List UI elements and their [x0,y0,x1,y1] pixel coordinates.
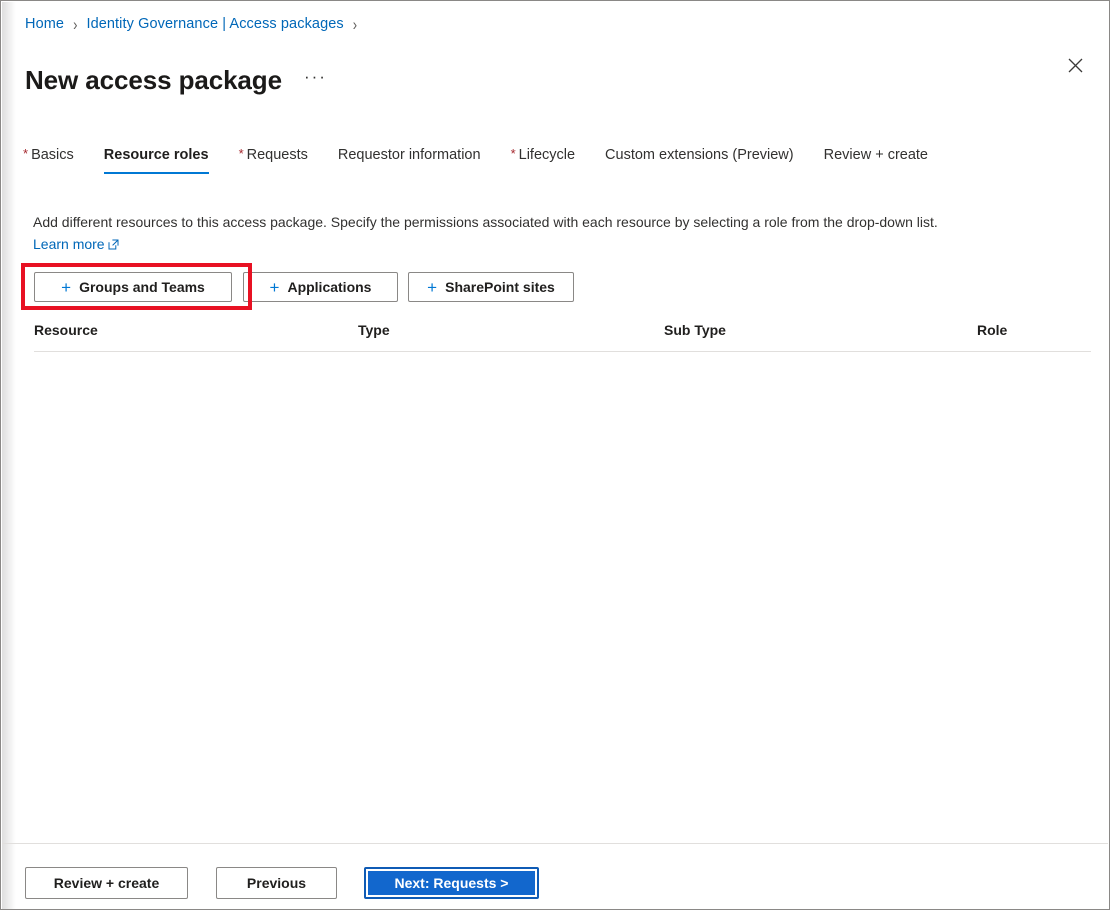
blade-edge-shadow [2,2,16,909]
tab-lifecycle[interactable]: * Lifecycle [511,144,575,174]
more-options-button[interactable]: ··· [300,64,331,96]
previous-button[interactable]: Previous [216,867,337,899]
tab-label: Custom extensions (Preview) [605,147,794,163]
column-header-resource: Resource [34,322,98,338]
external-link-icon [108,239,119,250]
tab-resource-roles[interactable]: Resource roles [103,144,209,174]
next-button-label: Next: Requests > [368,871,535,895]
learn-more-label: Learn more [33,236,105,252]
tab-requests[interactable]: * Requests [239,144,308,174]
tab-label: Requests [246,147,308,163]
title-row: New access package ··· [25,46,331,115]
next-requests-button[interactable]: Next: Requests > [364,867,539,899]
column-header-role: Role [977,322,1008,338]
close-button[interactable] [1059,49,1091,81]
required-asterisk: * [238,145,244,161]
footer-divider [2,843,1108,844]
wizard-tablist: * Basics Resource roles * Requests Reque… [23,144,958,182]
button-label: Groups and Teams [79,279,205,295]
plus-icon: + [61,277,72,297]
plus-icon: + [269,277,280,297]
table-header-row: Resource Type Sub Type Role [34,317,1091,343]
tab-basics[interactable]: * Basics [23,144,74,174]
add-applications-button[interactable]: + Applications [243,272,398,302]
tab-review-create[interactable]: Review + create [824,144,928,174]
tab-label: Lifecycle [518,147,576,163]
tab-label: Basics [31,147,74,163]
column-header-type: Type [358,322,390,338]
column-header-sub-type: Sub Type [664,322,726,338]
plus-icon: + [427,277,438,297]
tab-label: Review + create [823,147,928,163]
add-resource-button-group: + Groups and Teams + Applications + Shar… [34,272,574,302]
wizard-footer: Review + create Previous Next: Requests … [25,867,539,899]
required-asterisk: * [510,145,516,161]
breadcrumb-chevron-icon: › [73,14,78,34]
button-label: SharePoint sites [445,279,555,295]
table-body-empty [34,352,1091,822]
add-sharepoint-sites-button[interactable]: + SharePoint sites [408,272,574,302]
learn-more-link[interactable]: Learn more [33,236,119,252]
description-text: Add different resources to this access p… [33,214,938,230]
tab-label: Requestor information [337,147,481,163]
tab-custom-extensions[interactable]: Custom extensions (Preview) [605,144,794,174]
review-create-button[interactable]: Review + create [25,867,188,899]
breadcrumb: Home › Identity Governance | Access pack… [25,13,366,35]
add-groups-and-teams-button[interactable]: + Groups and Teams [34,272,232,302]
new-access-package-blade: Home › Identity Governance | Access pack… [0,0,1110,910]
button-label: Applications [287,279,372,295]
breadcrumb-item-home[interactable]: Home [25,16,64,32]
breadcrumb-chevron-icon: › [352,14,358,34]
page-description: Add different resources to this access p… [33,211,963,255]
required-asterisk: * [23,145,29,161]
resource-roles-table: Resource Type Sub Type Role [34,317,1091,822]
tab-label: Resource roles [103,147,209,163]
tab-requestor-information[interactable]: Requestor information [338,144,481,174]
close-icon [1068,58,1082,72]
breadcrumb-item-identity-governance[interactable]: Identity Governance | Access packages [86,16,343,32]
page-title: New access package [25,65,282,96]
